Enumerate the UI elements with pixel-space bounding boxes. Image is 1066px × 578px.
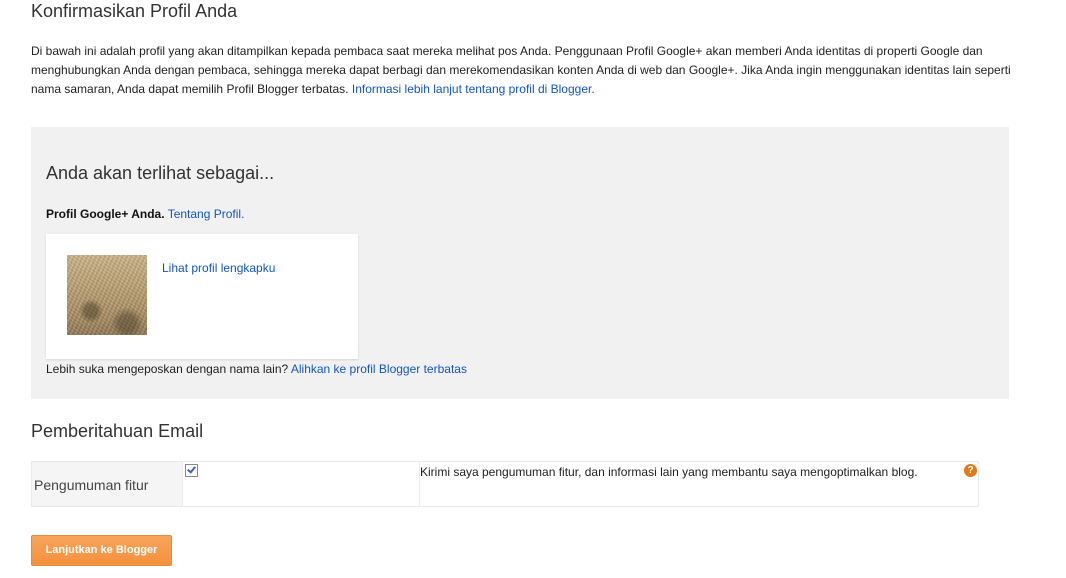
email-settings-table: Pengumuman fitur Kirimi saya pengumuman … (31, 461, 979, 507)
switch-to-blogger-profile-link[interactable]: Alihkan ke profil Blogger terbatas (291, 362, 467, 376)
feature-announcements-checkbox[interactable] (185, 464, 198, 477)
feature-announcements-checkbox-cell (183, 462, 420, 506)
intro-paragraph: Di bawah ini adalah profil yang akan dit… (31, 42, 1011, 99)
google-profile-label: Profil Google+ Anda. (46, 207, 165, 221)
google-profile-line: Profil Google+ Anda. Tentang Profil. (46, 207, 244, 221)
alternate-profile-line: Lebih suka mengeposkan dengan nama lain?… (46, 362, 467, 376)
profile-info-link[interactable]: Informasi lebih lanjut tentang profil di… (352, 82, 595, 96)
feature-announcements-label-cell: Pengumuman fitur (32, 462, 183, 506)
avatar[interactable] (67, 255, 147, 335)
about-profile-link[interactable]: Tentang Profil. (168, 207, 245, 221)
preview-title: Anda akan terlihat sebagai... (46, 163, 275, 183)
profile-preview-panel: Anda akan terlihat sebagai... Profil Goo… (31, 127, 1009, 399)
help-icon[interactable]: ? (964, 464, 977, 477)
page-title: Konfirmasikan Profil Anda (31, 1, 238, 21)
continue-to-blogger-button[interactable]: Lanjutkan ke Blogger (31, 535, 172, 566)
view-full-profile-link[interactable]: Lihat profil lengkapku (162, 261, 275, 275)
feature-announcements-label: Pengumuman fitur (34, 477, 149, 493)
feature-announcements-description-cell: Kirimi saya pengumuman fitur, dan inform… (420, 462, 978, 506)
email-section-title: Pemberitahuan Email (31, 421, 204, 441)
alternate-profile-text: Lebih suka mengeposkan dengan nama lain? (46, 362, 289, 376)
profile-card: Lihat profil lengkapku (46, 234, 358, 359)
feature-announcements-description: Kirimi saya pengumuman fitur, dan inform… (420, 465, 918, 479)
